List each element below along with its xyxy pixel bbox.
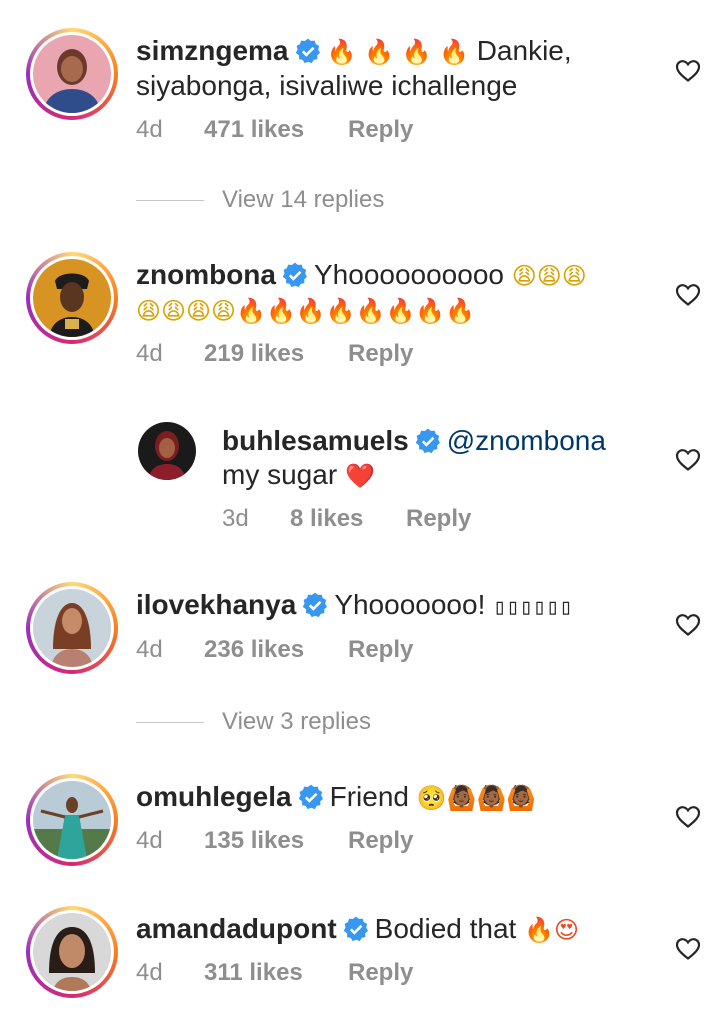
verified-badge-icon [295,38,321,64]
verified-badge-icon [298,784,324,810]
comment-body-line2: siyabonga, isivaliwe ichallenge [136,70,518,101]
like-heart-icon[interactable] [675,283,701,307]
verified-badge-icon [282,262,308,288]
timestamp: 4d [136,636,163,663]
comment-body: my sugar [222,459,338,490]
avatar-photo-icon [33,781,111,859]
reply-button[interactable]: Reply [348,959,413,987]
timestamp: 4d [136,340,163,367]
comment-text: amandadupont Bodied that 🔥😍 [136,912,656,947]
avatar-photo-icon [138,422,196,480]
comment-body: Friend [329,781,409,812]
avatar-photo-icon [33,259,111,337]
view-replies-label: View 14 replies [222,186,385,213]
likes-count[interactable]: 236 likes [204,636,304,664]
likes-count[interactable]: 311 likes [204,959,303,987]
comment-text: simzngema 🔥 🔥 🔥 🔥 Dankie, siyabonga, isiv… [136,34,656,103]
emoji-placeholder: ▯▯▯▯▯▯ [493,595,573,620]
emoji: 😩😩😩😩🔥🔥🔥🔥🔥🔥🔥🔥 [136,297,476,325]
like-heart-icon[interactable] [675,805,701,829]
comment-text: buhlesamuels @znombona my sugar ❤️ [222,424,662,493]
like-heart-icon[interactable] [675,59,701,83]
username[interactable]: simzngema [136,35,289,66]
replies-divider [136,722,204,724]
avatar[interactable] [26,28,118,120]
avatar[interactable] [26,774,118,866]
emoji: 🔥😍 [524,916,580,944]
username[interactable]: znombona [136,259,276,290]
comment-body: Yhoooooooooo [314,259,504,290]
avatar-photo-icon [33,589,111,667]
username[interactable]: buhlesamuels [222,425,409,456]
comment-text: ilovekhanya Yhooooooo! ▯▯▯▯▯▯ [136,588,656,625]
likes-count[interactable]: 471 likes [204,116,304,144]
username[interactable]: ilovekhanya [136,589,296,620]
username[interactable]: omuhlegela [136,781,292,812]
emoji: ❤️ [344,462,375,490]
reply-button[interactable]: Reply [406,505,471,533]
timestamp: 4d [136,827,163,854]
timestamp: 4d [136,959,163,986]
likes-count[interactable]: 8 likes [290,505,363,533]
avatar-photo-icon [33,913,111,991]
avatar-photo-icon [33,35,111,113]
emoji: 🥺🙆🏾🙆🏾🙆🏾 [416,784,537,812]
timestamp: 3d [222,505,249,532]
reply-button[interactable]: Reply [348,827,413,855]
comment-body: Bodied that [374,913,517,944]
replies-divider [136,200,204,202]
avatar[interactable] [26,582,118,674]
mention-link[interactable]: @znombona [447,425,606,456]
comment-text: omuhlegela Friend 🥺🙆🏾🙆🏾🙆🏾 [136,780,656,815]
likes-count[interactable]: 135 likes [204,827,304,855]
comment-text: znombona Yhoooooooooo 😩😩😩 😩😩😩😩🔥🔥🔥🔥🔥🔥🔥🔥 [136,258,656,328]
avatar[interactable] [138,422,196,480]
username[interactable]: amandadupont [136,913,337,944]
reply-button[interactable]: Reply [348,340,413,368]
like-heart-icon[interactable] [675,613,701,637]
reply-button[interactable]: Reply [348,636,413,664]
emoji: 😩😩😩 [511,262,587,290]
timestamp: 4d [136,116,163,143]
verified-badge-icon [415,428,441,454]
emoji: 🔥 🔥 🔥 🔥 [326,38,469,66]
verified-badge-icon [343,916,369,942]
comment-body: Dankie, [468,35,572,66]
comment-body: Yhooooooo! [334,589,494,620]
likes-count[interactable]: 219 likes [204,340,304,368]
view-replies-button[interactable]: View 14 replies [136,186,384,214]
verified-badge-icon [302,592,328,618]
view-replies-label: View 3 replies [222,708,371,735]
like-heart-icon[interactable] [675,448,701,472]
like-heart-icon[interactable] [675,937,701,961]
reply-button[interactable]: Reply [348,116,413,144]
view-replies-button[interactable]: View 3 replies [136,708,371,736]
avatar[interactable] [26,252,118,344]
avatar[interactable] [26,906,118,998]
